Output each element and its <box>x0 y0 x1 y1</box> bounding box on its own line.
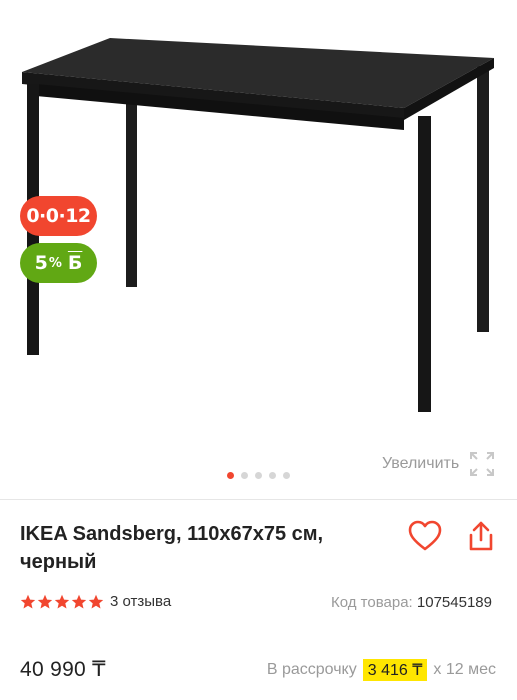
product-title-line-1: IKEA Sandsberg, 110x67x75 см, <box>20 523 324 545</box>
gallery-pagination[interactable] <box>227 472 290 479</box>
product-code-value: 107545189 <box>416 594 492 611</box>
cashback-percent: % <box>48 255 62 271</box>
zoom-button[interactable]: Увеличить <box>382 451 495 477</box>
installment-badge: 0·0·12 <box>20 196 97 236</box>
cashback-value: 5 <box>34 252 48 274</box>
zoom-label: Увеличить <box>382 455 460 472</box>
star-icon <box>71 594 87 608</box>
divider <box>0 499 517 500</box>
expand-icon <box>470 452 495 476</box>
product-code: Код товара: 107545189 <box>331 594 492 611</box>
gallery-dot-4[interactable] <box>269 472 276 479</box>
cashback-badge: 5% Б <box>20 243 97 283</box>
gallery-dot-1[interactable] <box>227 472 234 479</box>
share-button[interactable] <box>461 516 501 556</box>
star-icon <box>37 594 53 608</box>
gallery-dot-5[interactable] <box>283 472 290 479</box>
product-price: 40 990 ₸ <box>20 658 106 681</box>
gallery-dot-2[interactable] <box>241 472 248 479</box>
reviews-link[interactable]: 3 отзыва <box>110 593 171 610</box>
product-code-label: Код товара: <box>331 594 413 611</box>
installment-term: х 12 мес <box>433 661 496 678</box>
installment-label: В рассрочку <box>266 661 357 678</box>
installment-info[interactable]: В рассрочку 3 416 ₸ х 12 мес <box>267 659 496 681</box>
product-title: IKEA Sandsberg, 110x67x75 см, черный <box>20 520 380 576</box>
share-icon <box>469 521 493 551</box>
rating-row[interactable]: 3 отзыва <box>20 593 171 610</box>
product-title-line-2: черный <box>20 551 97 573</box>
bonus-symbol: Б <box>67 252 83 274</box>
star-icon <box>54 594 70 608</box>
favorite-button[interactable] <box>405 516 445 556</box>
installment-amount: 3 416 ₸ <box>362 659 428 681</box>
star-icon <box>20 594 36 608</box>
heart-icon <box>408 520 442 551</box>
star-icon <box>88 594 104 608</box>
rating-stars <box>20 594 104 610</box>
product-gallery[interactable]: 0·0·12 5% Б Увеличить <box>0 0 517 500</box>
gallery-dot-3[interactable] <box>255 472 262 479</box>
